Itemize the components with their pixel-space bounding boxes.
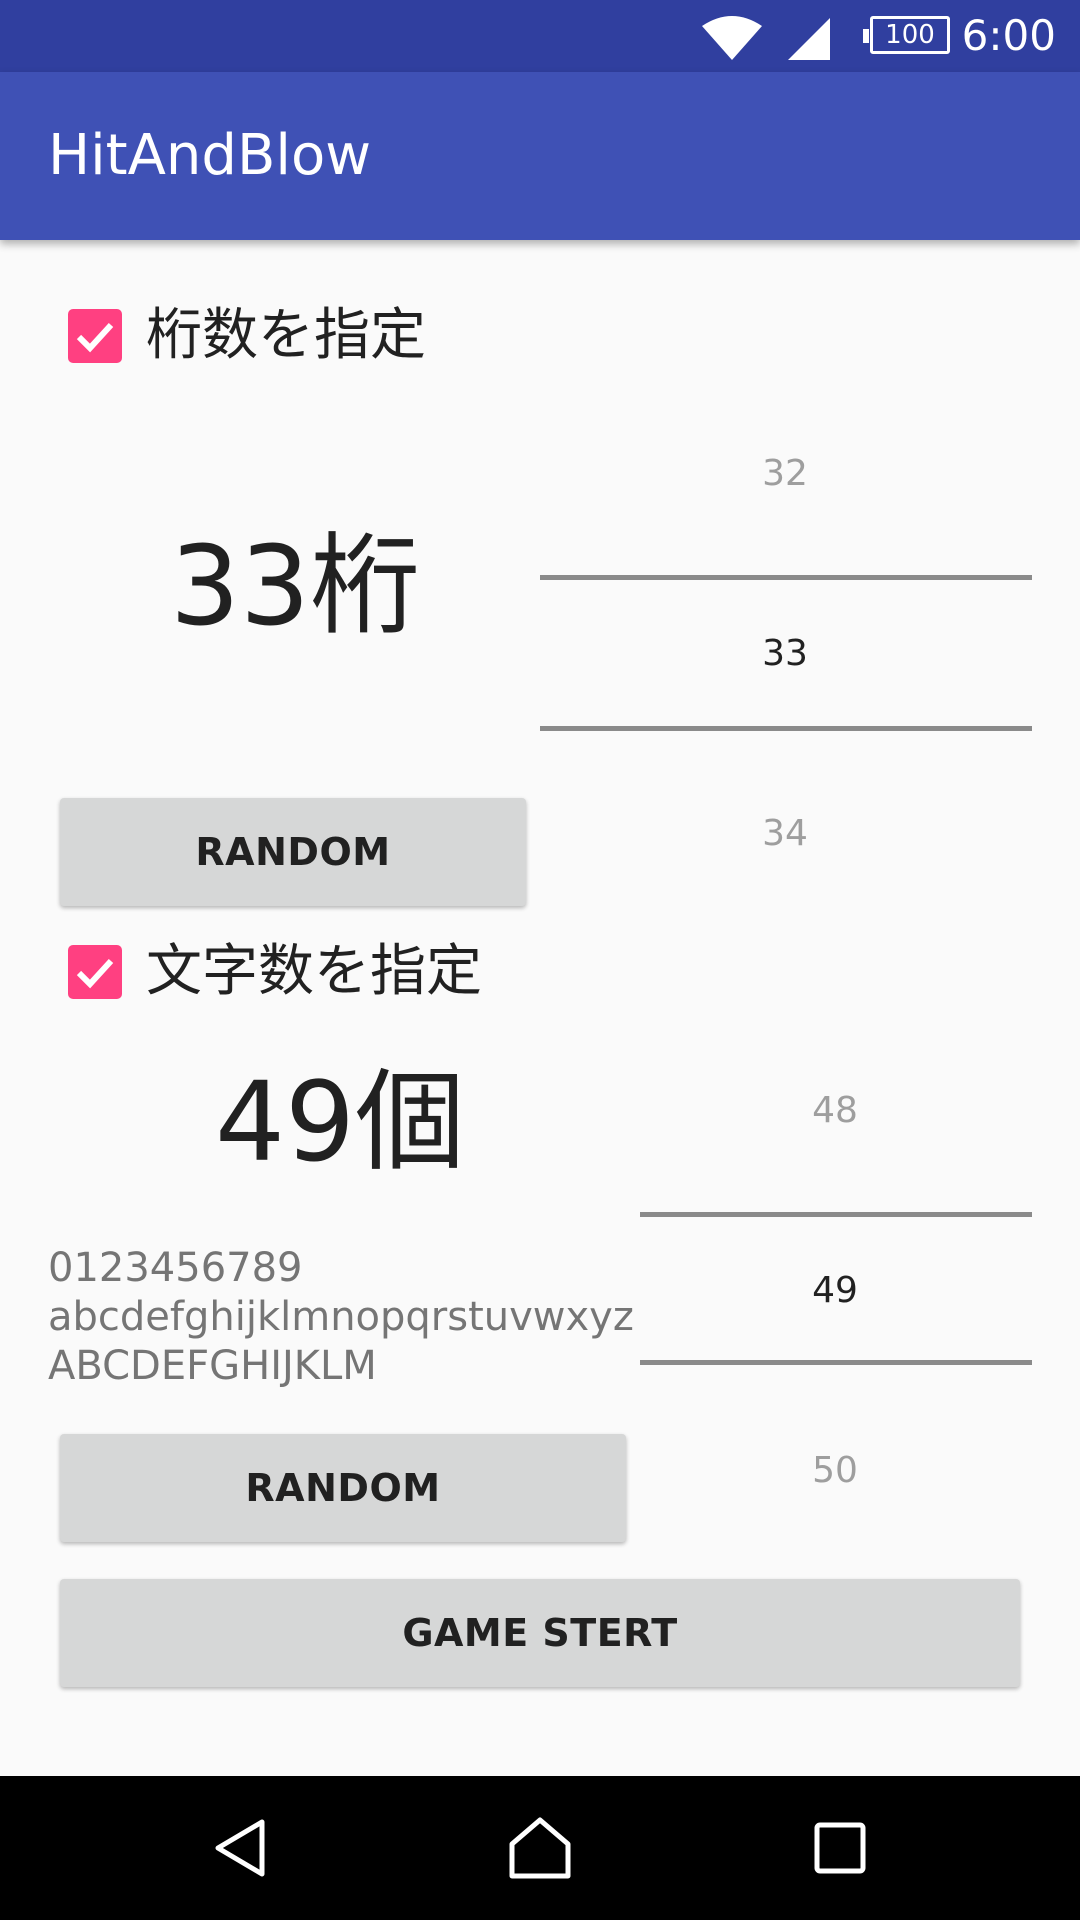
chars-checkbox-row[interactable]: 文字数を指定 (0, 932, 482, 1012)
wifi-icon (702, 16, 762, 60)
digits-checkbox-label: 桁数を指定 (146, 303, 426, 368)
chars-value-display: 49個 (215, 1058, 465, 1186)
digits-value-display: 33桁 (170, 522, 420, 650)
check-icon (76, 322, 114, 353)
navigation-bar (0, 1776, 1080, 1920)
check-icon (76, 958, 114, 989)
digits-picker-prev[interactable]: 32 (540, 450, 1030, 498)
digits-picker-next[interactable]: 34 (540, 810, 1030, 858)
battery-level: 100 (885, 20, 935, 50)
app-bar: HitAndBlow (0, 72, 1080, 240)
chars-picker-next[interactable]: 50 (590, 1447, 1080, 1495)
app-title: HitAndBlow (48, 123, 372, 188)
status-time: 6:00 (961, 11, 1056, 60)
chars-random-button[interactable]: RANDOM (60, 1434, 626, 1542)
game-start-button[interactable]: GAME STERT (60, 1579, 1020, 1687)
charset-digits: 0123456789 (48, 1245, 303, 1291)
recents-icon[interactable] (814, 1822, 866, 1874)
charset-uppercase: ABCDEFGHIJKLM (48, 1343, 377, 1389)
digits-checkbox-row[interactable]: 桁数を指定 (0, 296, 426, 376)
chars-checkbox-label: 文字数を指定 (146, 939, 482, 1004)
digits-picker-selected[interactable]: 33 (540, 630, 1030, 678)
chars-picker-divider-bottom (640, 1360, 1032, 1365)
digits-random-button[interactable]: RANDOM (60, 798, 526, 906)
chars-checkbox[interactable] (68, 945, 122, 999)
digits-picker-divider-top (540, 575, 1032, 580)
signal-icon (788, 18, 830, 60)
chars-picker-divider-top (640, 1212, 1032, 1217)
back-icon[interactable] (212, 1818, 268, 1878)
digits-checkbox[interactable] (68, 309, 122, 363)
battery-icon: 100 (863, 16, 950, 54)
home-icon[interactable] (508, 1816, 572, 1880)
charset-lowercase: abcdefghijklmnopqrstuvwxyz (48, 1294, 634, 1340)
chars-picker-selected[interactable]: 49 (590, 1267, 1080, 1315)
chars-picker-prev[interactable]: 48 (590, 1087, 1080, 1135)
digits-picker-divider-bottom (540, 726, 1032, 731)
status-bar: 100 6:00 (0, 0, 1080, 72)
